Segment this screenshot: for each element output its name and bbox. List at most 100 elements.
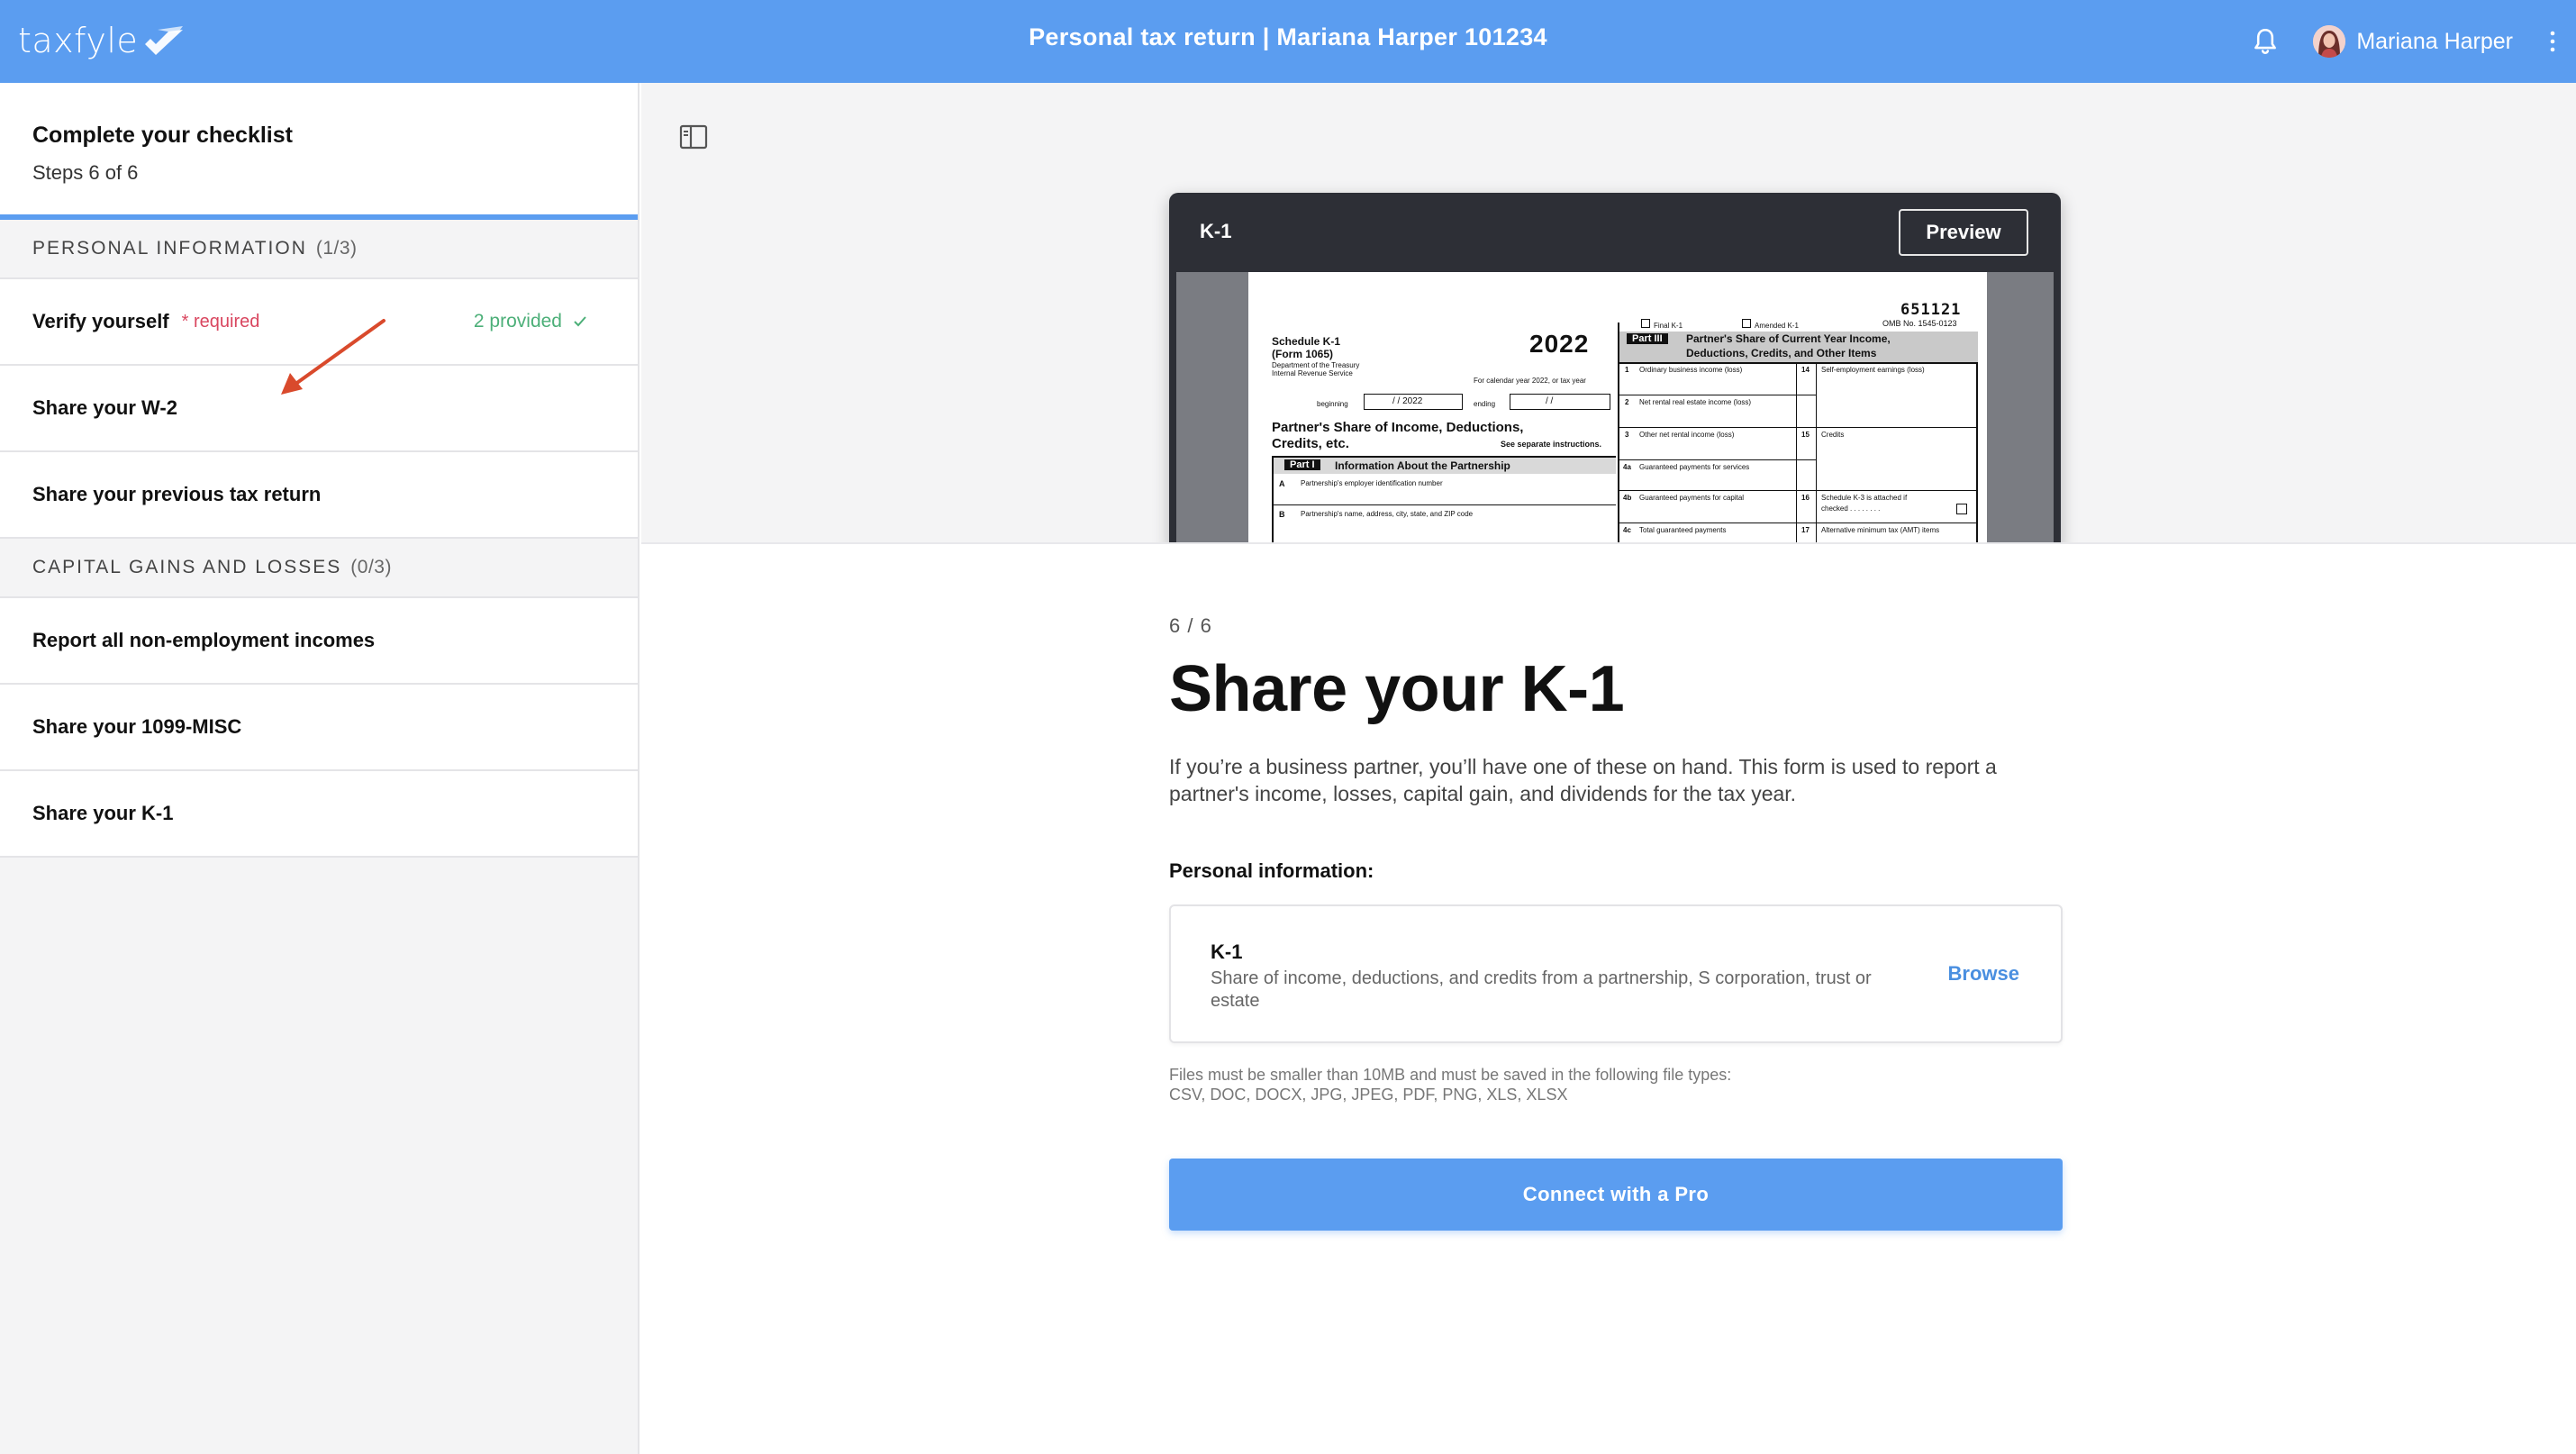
sidebar-item-label: Report all non-employment incomes — [32, 629, 376, 651]
sidebar-toggle-icon[interactable] — [679, 124, 708, 150]
sidebar-item-label: Verify yourself — [32, 310, 169, 332]
sidebar-item-label: Share your previous tax return — [32, 483, 322, 505]
part1-title: Information About the Partnership — [1335, 459, 1510, 472]
part3-title-1: Partner's Share of Current Year Income, — [1686, 332, 1891, 345]
row-number: 1 — [1625, 366, 1629, 374]
part1-tag: Part I — [1284, 459, 1320, 470]
form-rule — [1619, 490, 1816, 491]
preview-button[interactable]: Preview — [1899, 209, 2028, 256]
required-tag: * required — [181, 311, 260, 332]
file-types-note: CSV, DOC, DOCX, JPG, JPEG, PDF, PNG, XLS… — [1169, 1086, 1568, 1104]
avatar[interactable] — [2313, 25, 2346, 58]
user-name[interactable]: Mariana Harper — [2356, 29, 2513, 55]
line-a-label: Partnership's employer identification nu… — [1301, 479, 1443, 487]
annotation-arrow-icon — [281, 319, 385, 395]
form-rule — [1272, 458, 1274, 542]
form-rule — [1272, 504, 1616, 505]
step-content: 6 / 6 Share your K-1 If you’re a busines… — [1169, 614, 2063, 1231]
sidebar-item-non-employment-incomes[interactable]: Report all non-employment incomes — [0, 598, 638, 685]
main-content: K-1 Preview 651121 OMB No. 1545-0123 Sch… — [641, 83, 2576, 1454]
checklist-progress-bar — [0, 214, 638, 220]
k3-checkbox — [1956, 504, 1967, 514]
row-label: Schedule K-3 is attached if — [1821, 494, 1908, 502]
form-omb: OMB No. 1545-0123 — [1882, 319, 1957, 328]
row-label: Ordinary business income (loss) — [1639, 366, 1743, 374]
form-year: 2022 — [1529, 330, 1590, 358]
provided-status-text: 2 provided — [473, 311, 562, 332]
form-code: 651121 — [1900, 301, 1962, 319]
row-label: Self-employment earnings (loss) — [1821, 366, 1925, 374]
sidebar-item-share-1099-misc[interactable]: Share your 1099-MISC — [0, 685, 638, 771]
checklist-title: Complete your checklist — [32, 123, 293, 148]
row-label: Net rental real estate income (loss) — [1639, 398, 1752, 406]
k1-upload-card: K-1 Share of income, deductions, and cre… — [1169, 904, 2063, 1043]
form-rule — [1816, 427, 1978, 428]
k1-form-thumbnail[interactable]: 651121 OMB No. 1545-0123 Schedule K-1 (F… — [1248, 272, 1987, 542]
row-label: Other net rental income (loss) — [1639, 431, 1735, 439]
k1-preview-frame: K-1 Preview 651121 OMB No. 1545-0123 Sch… — [1169, 193, 2061, 542]
form-begin-date: / / 2022 — [1392, 396, 1423, 406]
end-date-box — [1510, 394, 1610, 410]
line-b-label: Partnership's name, address, city, state… — [1301, 510, 1474, 518]
row-label: Alternative minimum tax (AMT) items — [1821, 526, 1940, 534]
checklist-header: Complete your checklist Steps 6 of 6 — [0, 83, 638, 220]
row-label: checked . . . . . . . . — [1821, 504, 1881, 513]
section-label: PERSONAL INFORMATION — [32, 238, 307, 259]
form-end-date: / / — [1546, 396, 1554, 406]
file-requirements: Files must be smaller than 10MB and must… — [1169, 1065, 1818, 1104]
row-label: Credits — [1821, 431, 1845, 439]
upload-title: K-1 — [1211, 941, 1243, 963]
row-number: 4a — [1623, 463, 1631, 471]
form-see-instructions: See separate instructions. — [1501, 440, 1602, 449]
part3-tag: Part III — [1627, 333, 1668, 344]
row-number: 4c — [1623, 526, 1631, 534]
browse-button[interactable]: Browse — [1948, 962, 2019, 986]
row-label: Guaranteed payments for services — [1639, 463, 1750, 471]
checkmark-icon — [574, 316, 586, 327]
section-personal-information: PERSONAL INFORMATION (1/3) — [0, 220, 638, 279]
page-title: Share your K-1 — [1169, 653, 1625, 725]
form-rule — [1976, 362, 1978, 542]
step-counter: 6 / 6 — [1169, 614, 1212, 637]
sidebar-item-label: Share your K-1 — [32, 802, 174, 824]
sidebar-item-previous-tax-return[interactable]: Share your previous tax return — [0, 452, 638, 539]
sidebar-item-label: Share your 1099-MISC — [32, 715, 242, 738]
amended-k1-label: Amended K-1 — [1755, 322, 1799, 330]
connect-with-pro-button[interactable]: Connect with a Pro — [1169, 1159, 2063, 1231]
sidebar-item-label: Share your W-2 — [32, 396, 177, 419]
section-label: Personal information: — [1169, 859, 1374, 882]
row-number: 17 — [1801, 526, 1810, 534]
page-header-title: Personal tax return | Mariana Harper 101… — [1029, 23, 1547, 50]
section-count: (1/3) — [315, 238, 358, 259]
form-rule — [1619, 362, 1978, 364]
user-area: Mariana Harper — [2250, 18, 2558, 65]
document-preview-area: K-1 Preview 651121 OMB No. 1545-0123 Sch… — [641, 83, 2576, 544]
form-calendar: For calendar year 2022, or tax year — [1474, 377, 1586, 385]
checklist-steps: Steps 6 of 6 — [32, 161, 139, 184]
row-number: 2 — [1625, 398, 1629, 406]
final-k1-checkbox — [1641, 319, 1650, 328]
form-rule — [1796, 362, 1797, 542]
row-number: 4b — [1623, 494, 1632, 502]
form-heading-2: Credits, etc. — [1272, 436, 1349, 451]
row-number: 15 — [1801, 431, 1810, 439]
form-schedule: Schedule K-1 — [1272, 335, 1341, 348]
more-options-icon[interactable] — [2547, 30, 2558, 53]
section-count: (0/3) — [350, 557, 392, 577]
notification-bell-icon[interactable] — [2250, 26, 2281, 57]
top-bar: taxfyle Personal tax return | Mariana Ha… — [0, 0, 2576, 83]
avatar-portrait-icon — [2313, 25, 2346, 58]
form-dept: Department of the Treasury — [1272, 361, 1360, 369]
amended-k1-checkbox — [1742, 319, 1751, 328]
upload-description: Share of income, deductions, and credits… — [1211, 968, 1872, 1011]
provided-status: 2 provided — [474, 311, 587, 332]
line-a-letter: A — [1279, 479, 1285, 488]
form-rule — [1619, 459, 1816, 460]
preview-title: K-1 — [1200, 220, 1232, 242]
form-rule — [1796, 490, 1978, 491]
section-capital-gains: CAPITAL GAINS AND LOSSES (0/3) — [0, 539, 638, 598]
sidebar-item-share-k1[interactable]: Share your K-1 — [0, 771, 638, 858]
part3-title-2: Deductions, Credits, and Other Items — [1686, 347, 1877, 359]
preview-frame-bar: K-1 Preview — [1169, 193, 2061, 272]
form-rule — [1619, 427, 1816, 428]
